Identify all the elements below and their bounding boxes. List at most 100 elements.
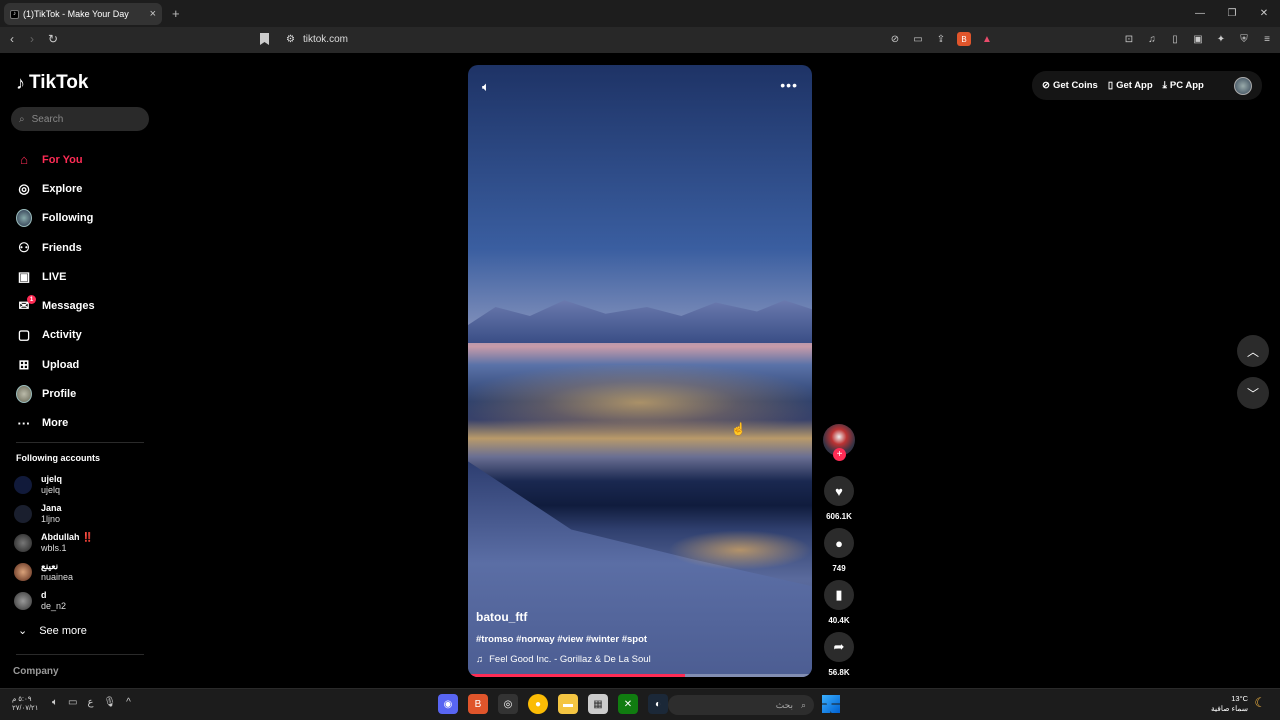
file-explorer-icon[interactable]: ▬ bbox=[558, 694, 578, 714]
weather-widget[interactable]: 13°C سماء صافية bbox=[1211, 694, 1248, 714]
weather-text: سماء صافية bbox=[1210, 704, 1248, 713]
app-icon[interactable]: ◎ bbox=[498, 694, 518, 714]
sidebar-item-label: More bbox=[42, 417, 69, 430]
sidebar-item-following[interactable]: Following bbox=[16, 204, 156, 233]
chevron-up-icon[interactable]: ︿ bbox=[1237, 335, 1269, 367]
sidebar-toggle-icon[interactable]: ▯ bbox=[1168, 32, 1182, 46]
volume-icon[interactable]: 🔈︎ bbox=[482, 79, 490, 95]
video-progress-bar[interactable] bbox=[468, 674, 812, 677]
see-more-button[interactable]: ⌄ See more bbox=[18, 624, 87, 638]
share-button[interactable]: ➦ 56.8K bbox=[823, 632, 855, 677]
heart-icon: ♥ bbox=[824, 476, 854, 506]
minimize-icon[interactable]: — bbox=[1184, 0, 1216, 27]
taskbar-search[interactable]: بحث ⌕ bbox=[668, 695, 814, 715]
sidebar-item-label: Activity bbox=[42, 329, 82, 342]
sidebar-item-explore[interactable]: ◎ Explore bbox=[16, 174, 156, 203]
tab-close-icon[interactable]: × bbox=[150, 8, 156, 20]
save-button[interactable]: ▮ 40.4K bbox=[823, 580, 855, 625]
get-coins-label: Get Coins bbox=[1052, 80, 1098, 91]
back-icon[interactable]: ‹ bbox=[10, 32, 14, 46]
clock-time: ٥:٠٩ م bbox=[12, 696, 32, 703]
compass-icon: ◎ bbox=[18, 180, 30, 196]
company-link[interactable]: Company bbox=[13, 666, 59, 677]
close-window-icon[interactable]: ✕ bbox=[1248, 0, 1280, 27]
more-options-icon[interactable]: ••• bbox=[780, 77, 798, 93]
account-item[interactable]: ujelq ujelq bbox=[14, 470, 93, 499]
account-item[interactable]: نعينع nuainea bbox=[14, 557, 93, 586]
avatar bbox=[14, 591, 32, 610]
sidebar-item-friends[interactable]: ⚇ Friends bbox=[16, 233, 156, 262]
account-item[interactable]: Jana 1ljno bbox=[14, 499, 93, 528]
translate-icon[interactable]: ⊘ bbox=[888, 32, 902, 46]
leo-ai-icon[interactable]: ✦ bbox=[1214, 32, 1228, 46]
brave-icon[interactable]: B bbox=[468, 694, 488, 714]
video-description[interactable]: #tromso #norway #view #winter #spot bbox=[476, 634, 647, 645]
get-coins-button[interactable]: ⊘ Get Coins bbox=[1042, 80, 1098, 91]
account-username: nuainea bbox=[41, 571, 74, 582]
music-note-icon: ♫ bbox=[476, 654, 484, 665]
video-music[interactable]: ♫ Feel Good Inc. - Gorillaz & De La Soul bbox=[476, 654, 651, 665]
media-icon[interactable]: ♫ bbox=[1145, 32, 1159, 46]
store-icon[interactable]: ▦ bbox=[588, 694, 608, 714]
account-username: de_n2 bbox=[41, 600, 67, 611]
home-icon: ⌂ bbox=[20, 152, 28, 168]
sidebar-item-more[interactable]: ··· More bbox=[16, 409, 156, 438]
brave-shields-icon[interactable]: B bbox=[957, 32, 971, 46]
site-info-icon[interactable]: ⚙ bbox=[286, 34, 295, 45]
wallet-icon[interactable]: ▣ bbox=[1191, 32, 1205, 46]
sidebar-item-profile[interactable]: Profile bbox=[16, 379, 156, 408]
reload-icon[interactable]: ↻ bbox=[48, 32, 58, 46]
menu-icon[interactable]: ≡ bbox=[1260, 32, 1274, 46]
video-author[interactable]: batou_ftf bbox=[476, 610, 527, 624]
sidebar-item-messages[interactable]: ✉ 1 Messages bbox=[16, 291, 156, 320]
chevron-down-icon: ⌄ bbox=[18, 625, 28, 637]
browser-tab[interactable]: ♪ (1)TikTok - Make Your Day × bbox=[4, 3, 162, 25]
tiktok-logo[interactable]: ♪ TikTok bbox=[16, 72, 88, 94]
share-icon[interactable]: ⇪ bbox=[934, 32, 948, 46]
brave-rewards-icon[interactable]: ▲ bbox=[980, 32, 994, 46]
follow-plus-icon[interactable]: + bbox=[833, 448, 846, 461]
chevron-down-icon[interactable]: ﹀ bbox=[1237, 377, 1269, 409]
forward-icon[interactable]: › bbox=[30, 32, 34, 46]
language-indicator[interactable]: ع bbox=[87, 697, 93, 708]
video-nav-arrows: ︿ ﹀ bbox=[1237, 335, 1269, 419]
address-bar[interactable]: ⚙ tiktok.com bbox=[286, 34, 348, 45]
following-accounts-title: Following accounts bbox=[16, 453, 101, 463]
xbox-icon[interactable]: ✕ bbox=[618, 694, 638, 714]
sidebar-item-upload[interactable]: ⊞ Upload bbox=[16, 350, 156, 379]
speaker-icon[interactable]: 🔈︎ bbox=[52, 697, 58, 708]
live-icon: ▣ bbox=[17, 268, 31, 284]
sidebar-item-live[interactable]: ▣ LIVE bbox=[16, 262, 156, 291]
network-icon[interactable]: ▭ bbox=[68, 697, 77, 708]
search-placeholder: Search bbox=[31, 113, 64, 125]
pc-app-button[interactable]: ⤓ PC App bbox=[1163, 80, 1204, 91]
clock[interactable]: ٥:٠٩ م ٢٧/٠٧/٢١ bbox=[12, 695, 38, 713]
new-tab-button[interactable]: + bbox=[172, 6, 180, 21]
video-player[interactable]: 🔈︎ ••• batou_ftf #tromso #norway #view #… bbox=[468, 65, 812, 677]
search-input[interactable]: ⌕ Search bbox=[11, 107, 149, 131]
sidebar-item-for-you[interactable]: ⌂ For You bbox=[16, 145, 156, 174]
cast-icon[interactable]: ▭ bbox=[911, 32, 925, 46]
profile-avatar[interactable] bbox=[1234, 77, 1252, 95]
screenshot-icon[interactable]: ⊡ bbox=[1122, 32, 1136, 46]
coin-icon: ⊘ bbox=[1042, 80, 1050, 91]
vpn-icon[interactable]: ⛨ bbox=[1237, 32, 1251, 46]
sidebar-nav: ⌂ For You ◎ Explore Following ⚇ Friends … bbox=[16, 145, 156, 438]
tray-chevron-icon[interactable]: ^ bbox=[126, 697, 131, 708]
chrome-icon[interactable]: ● bbox=[528, 694, 548, 714]
bookmark-icon[interactable] bbox=[260, 33, 269, 45]
like-button[interactable]: ♥ 606.1K bbox=[823, 476, 855, 521]
microphone-icon[interactable]: 🎙︎ bbox=[103, 697, 116, 708]
get-app-button[interactable]: ▯ Get App bbox=[1108, 80, 1153, 91]
video-actions: + ♥ 606.1K ● 749 ▮ 40.4K ➦ 56.8K bbox=[822, 424, 856, 677]
maximize-icon[interactable]: ❐ bbox=[1216, 0, 1248, 27]
sidebar-item-activity[interactable]: ▢ Activity bbox=[16, 321, 156, 350]
account-item[interactable]: Abdullah ‼️ wbls.1 bbox=[14, 528, 93, 557]
steam-icon[interactable]: ◐ bbox=[648, 694, 668, 714]
save-count: 40.4K bbox=[828, 616, 850, 625]
discord-icon[interactable]: ◉ bbox=[438, 694, 458, 714]
creator-avatar[interactable]: + bbox=[823, 424, 855, 461]
account-item[interactable]: d de_n2 bbox=[14, 586, 93, 615]
comment-button[interactable]: ● 749 bbox=[823, 528, 855, 573]
windows-start-icon[interactable] bbox=[822, 695, 840, 713]
